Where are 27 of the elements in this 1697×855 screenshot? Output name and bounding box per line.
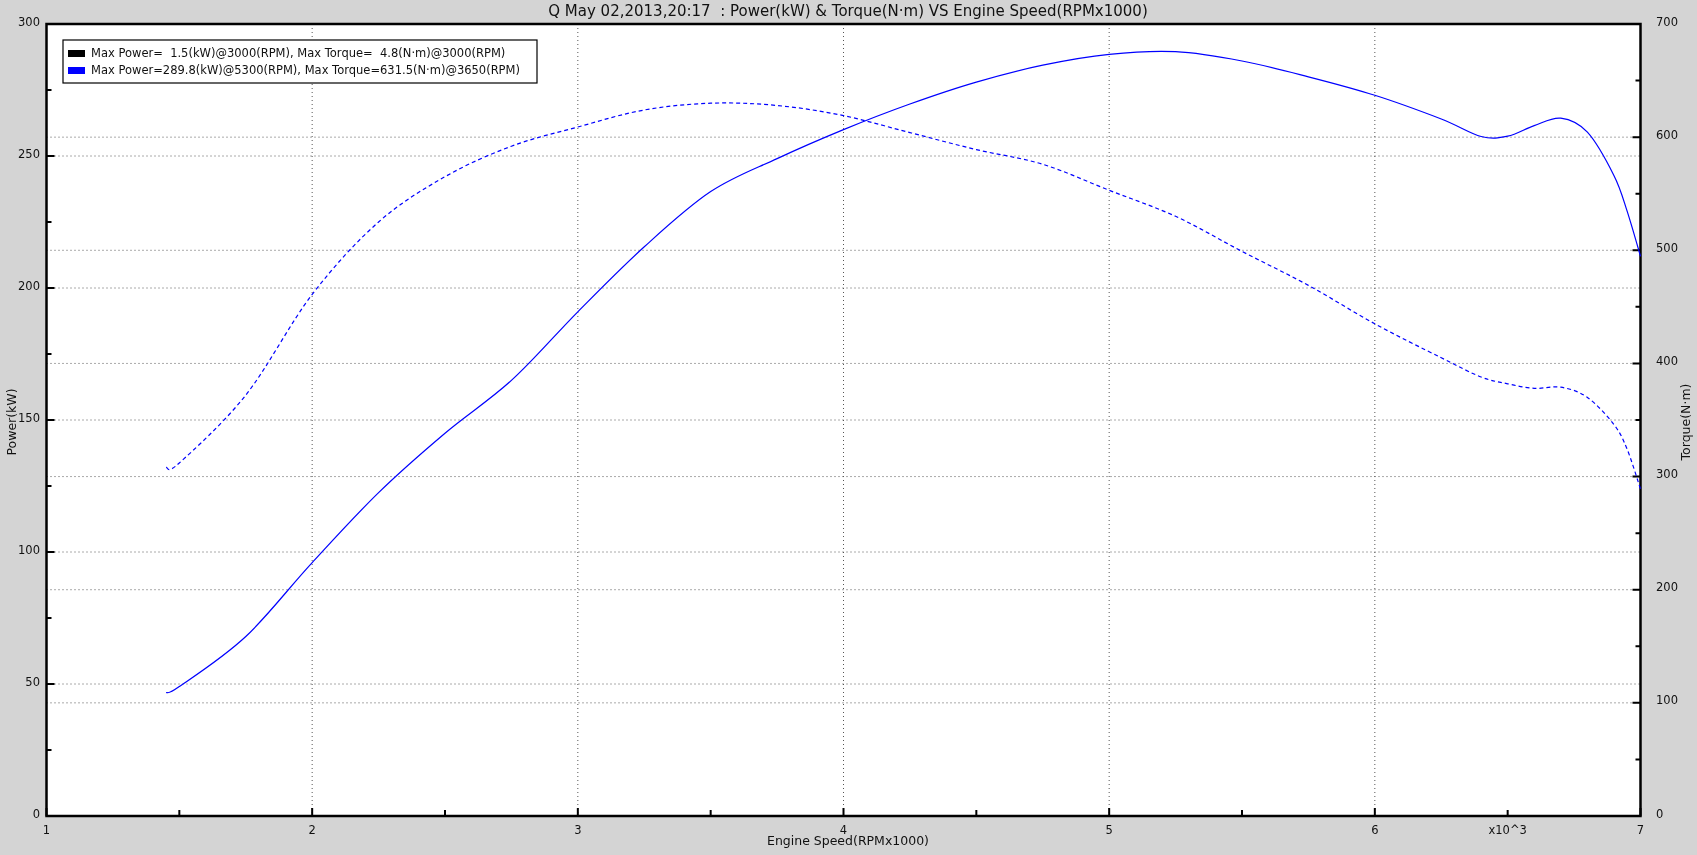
tick-label: 300 <box>1656 467 1678 482</box>
tick-label: 250 <box>18 146 40 161</box>
tick-label: 3 <box>574 823 582 837</box>
tick-label: 100 <box>1656 693 1678 708</box>
tick-label: 600 <box>1656 127 1678 142</box>
chart-title: Q May 02,2013,20:17 : Power(kW) & Torque(N·m) VS Engine Speed(RPMx1000) <box>548 2 1148 20</box>
legend-label: Max Power=289.8(kW)@5300(RPM), Max Torque=631.5(N·m)@3650(RPM) <box>91 63 520 77</box>
tick-label: 5 <box>1105 823 1113 837</box>
tick-label: 300 <box>18 14 40 29</box>
tick-label: 400 <box>1656 353 1678 368</box>
tick-label: 700 <box>1656 14 1678 29</box>
tick-label: 2 <box>308 823 316 837</box>
legend-label: Max Power= 1.5(kW)@3000(RPM), Max Torque= 4.8(N·m)@3000(RPM) <box>91 46 506 60</box>
tick-label: 7 <box>1636 823 1645 837</box>
tick-label: 500 <box>1656 240 1678 255</box>
axis-label: Torque(N·m) <box>1678 383 1693 461</box>
tick-label: 150 <box>18 410 40 425</box>
tick-label: 50 <box>25 674 40 689</box>
tick-label: 0 <box>32 806 40 821</box>
axis-label: Power(kW) <box>4 388 19 456</box>
tick-label: 0 <box>1656 806 1664 821</box>
tick-label: 6 <box>1371 823 1379 837</box>
tick-label: x10^3 <box>1488 823 1527 837</box>
tick-label: 1 <box>42 823 51 837</box>
tick-label: 200 <box>18 278 40 293</box>
tick-label: 200 <box>1656 580 1678 595</box>
tick-label: 100 <box>18 542 40 557</box>
